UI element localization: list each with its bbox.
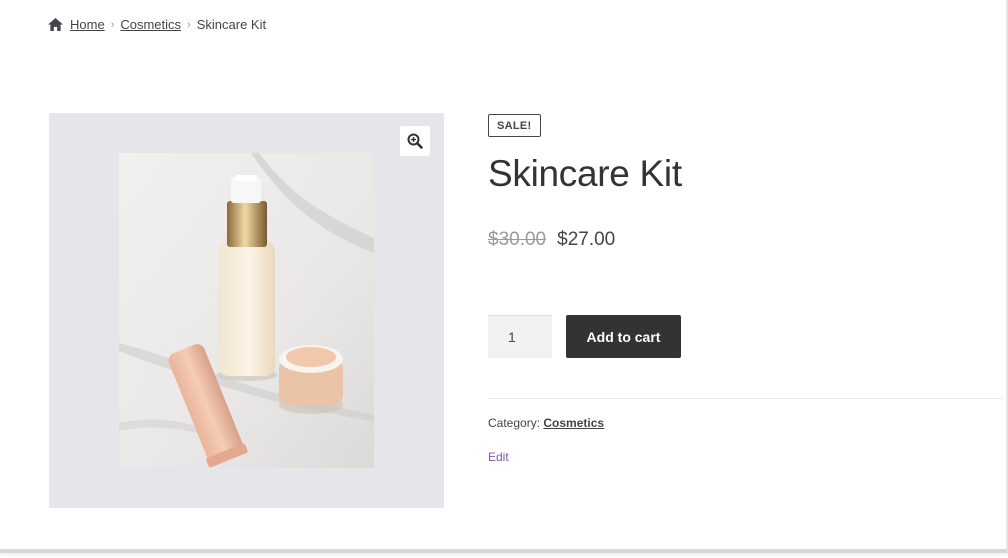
home-icon (48, 18, 63, 31)
edit-link[interactable]: Edit (488, 450, 509, 464)
category-label: Category: (488, 416, 541, 430)
breadcrumb-cosmetics-link[interactable]: Cosmetics (120, 17, 181, 32)
breadcrumb-home-link[interactable]: Home (70, 17, 105, 32)
zoom-button[interactable] (400, 126, 430, 156)
product-summary: SALE! Skincare Kit $30.00 $27.00 Add to … (488, 114, 1003, 464)
product-title: Skincare Kit (488, 153, 682, 194)
product-image[interactable] (119, 153, 374, 468)
quantity-input[interactable] (488, 315, 552, 358)
category-link[interactable]: Cosmetics (543, 416, 604, 430)
sale-badge: SALE! (488, 114, 541, 137)
breadcrumb-separator: › (110, 18, 115, 31)
breadcrumb-separator: › (187, 18, 191, 31)
breadcrumb: Home › Cosmetics › Skincare Kit (48, 17, 266, 32)
magnifier-zoom-icon (407, 133, 423, 149)
page-frame: Home › Cosmetics › Skincare Kit SALE! Sk… (0, 0, 1008, 553)
breadcrumb-current: Skincare Kit (196, 17, 267, 32)
product-photo-illustration (119, 153, 374, 468)
add-to-cart-form: Add to cart (488, 315, 681, 358)
product-price: $30.00 $27.00 (488, 229, 1003, 251)
divider (488, 398, 1003, 399)
original-price: $30.00 (488, 229, 547, 250)
sale-price: $27.00 (557, 229, 616, 250)
product-meta: Category: Cosmetics (488, 416, 604, 430)
product-gallery (49, 113, 444, 508)
add-to-cart-button[interactable]: Add to cart (566, 315, 681, 358)
